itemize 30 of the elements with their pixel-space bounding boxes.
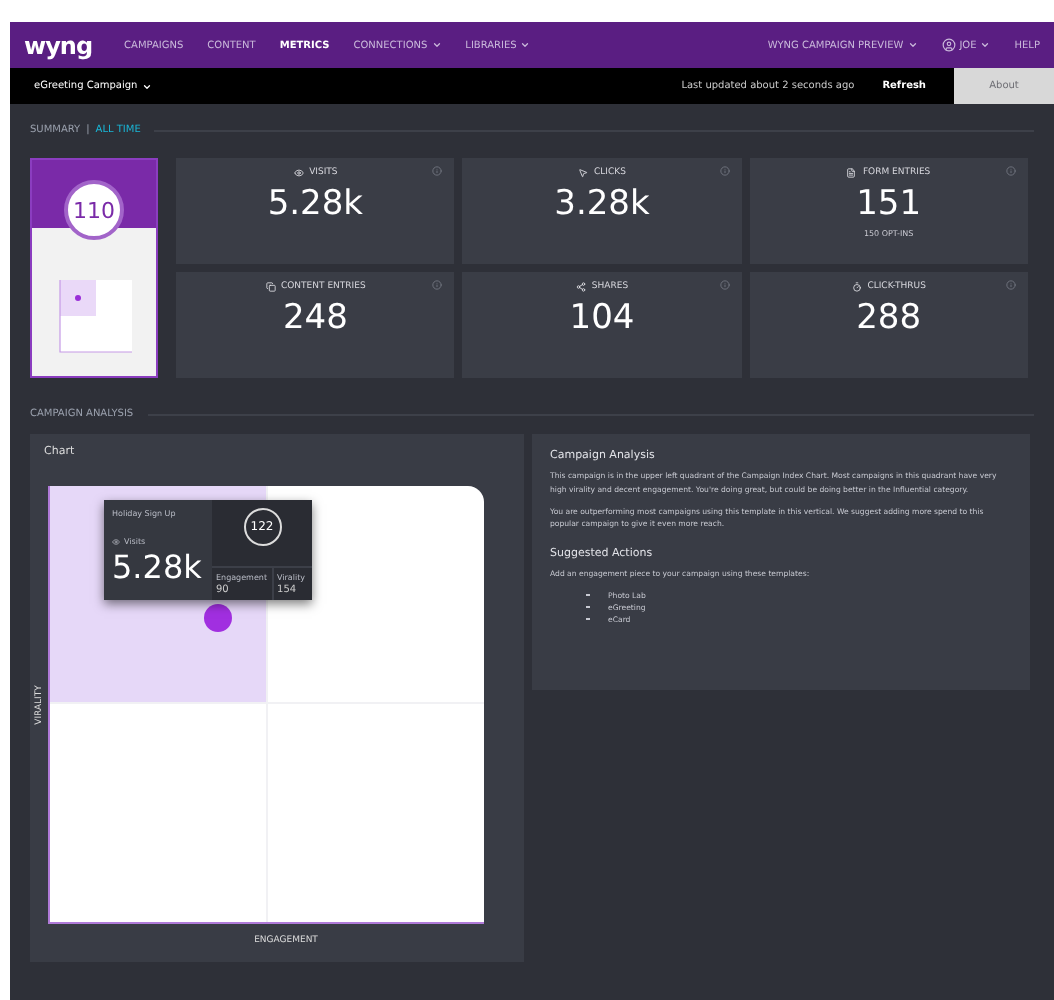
- stat-value: 288: [856, 298, 922, 338]
- document-icon: [846, 168, 857, 178]
- caret-icon: [907, 40, 918, 50]
- cursor-icon: [578, 168, 589, 178]
- caret-icon: [520, 40, 531, 50]
- eye-icon: [293, 168, 304, 178]
- stacked-cards-icon: [265, 282, 275, 292]
- stat-value: 151: [856, 184, 922, 224]
- score-circle: 110: [64, 180, 124, 240]
- share-icon: [575, 282, 586, 292]
- stat-value: 5.28k: [267, 184, 364, 224]
- caret-icon: [980, 40, 991, 50]
- caret-icon: [431, 40, 442, 50]
- caret-icon: [141, 81, 152, 91]
- info-icon[interactable]: [1005, 166, 1016, 176]
- info-icon[interactable]: [1005, 280, 1016, 290]
- eye-icon: [112, 537, 120, 545]
- timer-icon: [851, 282, 862, 292]
- info-icon[interactable]: [432, 280, 443, 290]
- user-icon: [941, 38, 956, 52]
- info-icon[interactable]: [719, 280, 730, 290]
- stat-value: 104: [569, 298, 635, 338]
- mini-chart-drawing: [54, 276, 134, 356]
- campaign-thumbnail[interactable]: 110: [30, 158, 158, 378]
- stat-value: 248: [282, 298, 348, 338]
- info-icon[interactable]: [719, 166, 730, 176]
- info-icon[interactable]: [432, 166, 443, 176]
- tooltip-value: 5.28k: [112, 548, 204, 586]
- stat-value: 3.28k: [554, 184, 650, 224]
- wyng-logo[interactable]: wyng: [24, 31, 93, 59]
